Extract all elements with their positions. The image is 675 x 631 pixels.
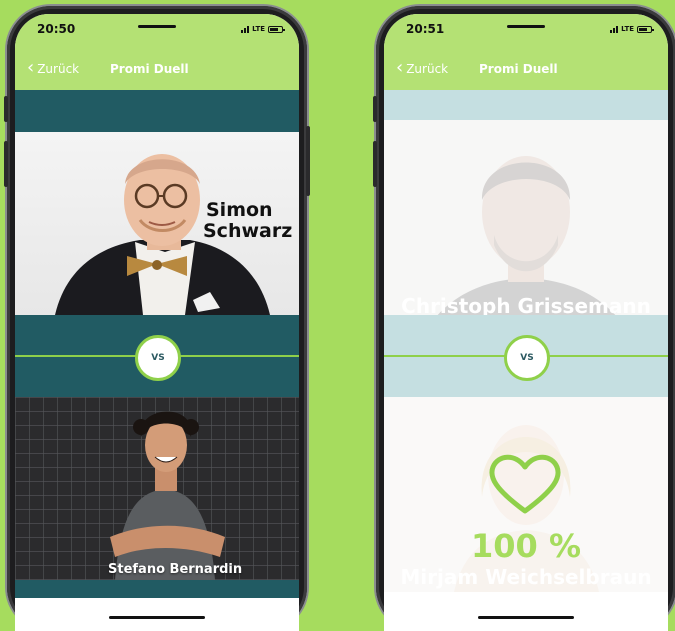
celebrity-card-top[interactable]: Simon Schwarz: [15, 132, 299, 315]
celebrity-card-bottom[interactable]: Stefano Bernardin: [15, 397, 299, 580]
celebrity-name-top-line1: Simon: [206, 199, 273, 221]
status-time: 20:50: [37, 22, 76, 36]
page-title: Promi Duell: [479, 62, 558, 76]
status-bar: 20:51 LTE: [384, 14, 668, 48]
celebrity-card-bottom[interactable]: 100 % Mirjam Weichselbraun: [384, 397, 668, 592]
network-label: LTE: [621, 25, 634, 33]
chevron-left-icon: ‹: [396, 56, 404, 78]
side-button: [4, 141, 8, 187]
teal-band-top: [384, 90, 668, 120]
vote-percentage: 100 %: [471, 527, 581, 565]
status-time: 20:51: [406, 22, 445, 36]
status-icons: LTE: [241, 25, 285, 33]
status-icons: LTE: [610, 25, 654, 33]
vs-badge: VS: [135, 335, 181, 381]
home-indicator: [109, 616, 205, 619]
back-label: Zurück: [37, 62, 80, 76]
notch: [138, 25, 176, 28]
left-phone: 20:50 LTE ‹ Zurück Promi Duell Simon Sch…: [4, 6, 310, 631]
teal-band-bottom: [15, 580, 299, 598]
back-button[interactable]: ‹ Zurück: [396, 56, 449, 78]
side-button: [306, 126, 310, 196]
footer-area: [384, 592, 668, 631]
network-label: LTE: [252, 25, 265, 33]
signal-icon: [610, 25, 619, 33]
left-screen: 20:50 LTE ‹ Zurück Promi Duell Simon Sch…: [15, 14, 299, 631]
home-indicator: [478, 616, 574, 619]
heart-icon: [489, 454, 561, 514]
back-button[interactable]: ‹ Zurück: [27, 56, 80, 78]
vs-badge: VS: [504, 335, 550, 381]
side-button: [373, 96, 377, 122]
celebrity-name-top-line2: Schwarz: [203, 220, 293, 242]
right-screen: 20:51 LTE ‹ Zurück Promi Duell Christoph…: [384, 14, 668, 631]
celebrity-name-bottom: Mirjam Weichselbraun: [400, 565, 652, 589]
nav-bar: ‹ Zurück Promi Duell: [15, 48, 299, 90]
teal-band-top: [15, 90, 299, 132]
celebrity-photo-bottom: [15, 397, 299, 580]
status-bar: 20:50 LTE: [15, 14, 299, 48]
nav-bar: ‹ Zurück Promi Duell: [384, 48, 668, 90]
right-phone: 20:51 LTE ‹ Zurück Promi Duell Christoph…: [373, 6, 675, 631]
chevron-left-icon: ‹: [27, 56, 35, 78]
battery-icon: [268, 25, 285, 33]
side-button: [4, 96, 8, 122]
page-title: Promi Duell: [110, 62, 189, 76]
celebrity-name-bottom: Stefano Bernardin: [108, 562, 243, 577]
back-label: Zurück: [406, 62, 449, 76]
battery-icon: [637, 25, 654, 33]
footer-area: [15, 598, 299, 631]
notch: [507, 25, 545, 28]
signal-icon: [241, 25, 250, 33]
side-button: [373, 141, 377, 187]
